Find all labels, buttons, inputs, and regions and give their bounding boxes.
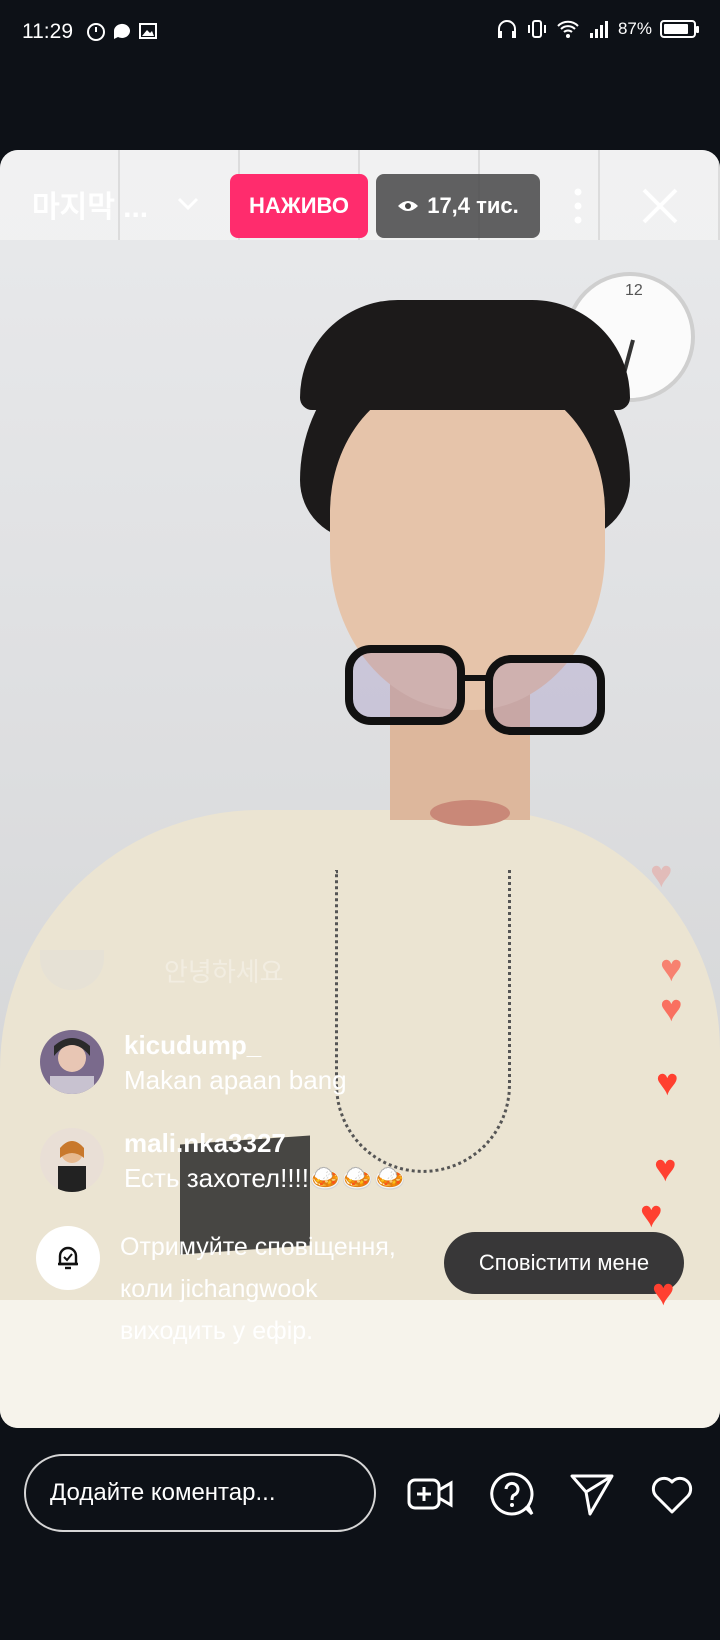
add-video-icon[interactable]	[406, 1470, 454, 1518]
faded-comment: 안녕하세요	[40, 950, 284, 990]
heart-icon: ♥	[650, 854, 673, 896]
heart-icon: ♥	[660, 988, 683, 1030]
timer-icon	[87, 23, 105, 41]
stream-top-bar: 마지막 ... НАЖИВО 17,4 тис.	[0, 170, 720, 240]
live-badge: НАЖИВО	[230, 174, 368, 238]
vibrate-icon	[527, 20, 546, 38]
heart-icon: ♥	[640, 1194, 663, 1236]
comment-item[interactable]: mali.nka3327 Есть захотел!!!!🍛🍛🍛	[40, 1128, 406, 1194]
chevron-down-icon[interactable]	[175, 190, 201, 216]
battery-fill	[664, 24, 689, 34]
faded-comment-text: 안녕하세요	[164, 956, 284, 987]
send-icon[interactable]	[568, 1470, 616, 1518]
status-notification-icons	[86, 21, 158, 41]
system-nav-bar	[0, 1556, 720, 1640]
glasses-right	[485, 655, 605, 735]
close-icon[interactable]	[640, 186, 680, 226]
comment-input[interactable]: Додайте коментар...	[24, 1454, 376, 1532]
headphones-icon	[497, 20, 516, 38]
question-icon[interactable]	[488, 1470, 536, 1518]
stream-title[interactable]: 마지막 ...	[32, 182, 148, 226]
battery-icon	[660, 20, 699, 38]
heart-icon: ♥	[660, 948, 683, 990]
person-lips	[430, 800, 510, 826]
eye-icon	[398, 201, 419, 211]
avatar[interactable]	[40, 1128, 104, 1192]
battery-percent: 87%	[617, 19, 652, 38]
chat-icon	[113, 23, 130, 39]
heart-icon: ♥	[652, 1272, 675, 1314]
status-system-icons: 87%	[496, 19, 699, 39]
comment-username[interactable]: mali.nka3327	[124, 1128, 406, 1159]
notify-me-button[interactable]: Сповістити мене	[444, 1232, 684, 1294]
glasses-left	[345, 645, 465, 725]
avatar[interactable]	[40, 1030, 104, 1094]
status-bar: 11:29 87%	[0, 0, 720, 66]
heart-icon: ♥	[656, 1062, 679, 1104]
notify-prompt: Отримуйте сповіщення, коли jichangwook в…	[36, 1226, 420, 1352]
viewer-count[interactable]: 17,4 тис.	[376, 174, 540, 238]
heart-icon: ♥	[654, 1148, 677, 1190]
viewer-count-text: 17,4 тис.	[427, 193, 519, 218]
avatar	[40, 950, 104, 990]
wifi-icon	[557, 20, 579, 38]
bell-icon	[36, 1226, 100, 1290]
status-time: 11:29	[22, 20, 73, 43]
comment-message: Makan apaan bang	[124, 1065, 347, 1095]
comment-message: Есть захотел!!!!🍛🍛🍛	[124, 1163, 407, 1193]
gallery-icon	[139, 23, 157, 39]
signal-icon	[589, 21, 608, 38]
bottom-bar: Додайте коментар...	[0, 1440, 720, 1550]
comment-username[interactable]: kicudump_	[124, 1030, 347, 1061]
notify-text: Отримуйте сповіщення, коли jichangwook в…	[120, 1233, 396, 1345]
more-icon[interactable]	[566, 186, 590, 226]
heart-icon[interactable]	[648, 1470, 696, 1518]
comment-item[interactable]: kicudump_ Makan apaan bang	[40, 1030, 347, 1096]
